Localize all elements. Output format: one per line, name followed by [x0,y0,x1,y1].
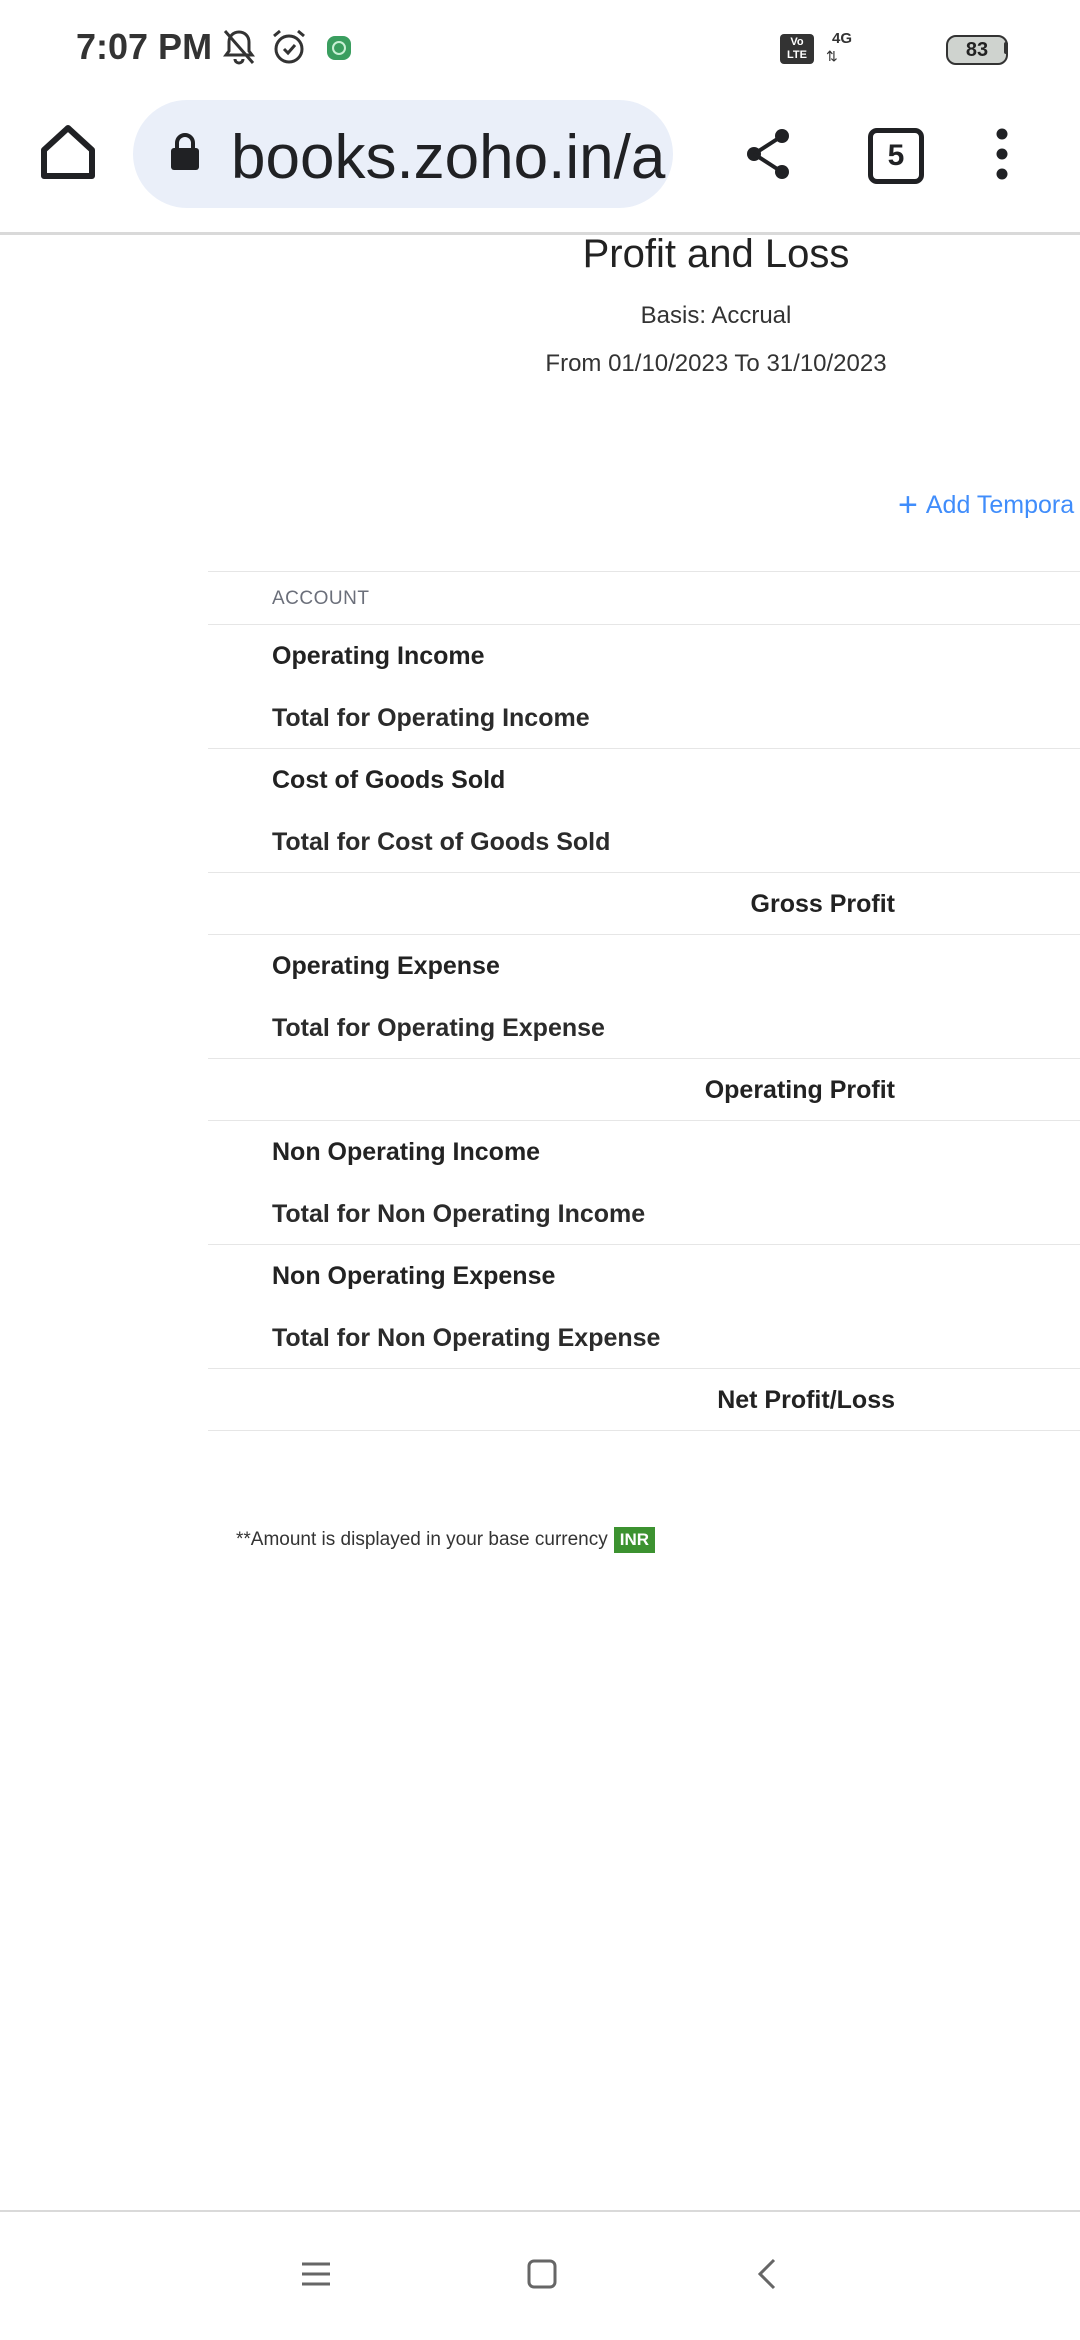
table-row: Non Operating Expense [208,1245,1080,1307]
table-row: Total for Non Operating Expense [208,1307,1080,1369]
table-row: Total for Operating Expense [208,997,1080,1059]
report-title: Profit and Loss [582,232,850,276]
battery-indicator: 83 [946,35,1008,65]
volte-indicator: Vo LTE [780,34,814,64]
app-notification-icon [327,36,351,60]
row-label[interactable]: Cost of Goods Sold [272,749,505,811]
recents-menu-icon[interactable] [296,2254,336,2294]
row-label[interactable]: Non Operating Expense [272,1245,555,1307]
currency-footnote: **Amount is displayed in your base curre… [236,1527,656,1553]
system-nav-bar [0,2212,1080,2340]
browser-toolbar: books.zoho.in/a 5 [0,96,1080,232]
table-row: Total for Non Operating Income [208,1183,1080,1245]
bell-muted-icon [223,30,255,65]
table-row: Non Operating Income [208,1121,1080,1183]
summary-label: Gross Profit [750,890,895,918]
status-time: 7:07 PM [76,26,213,67]
table-row: Total for Operating Income [208,687,1080,749]
plus-icon: + [898,486,918,524]
report-date-range: From 01/10/2023 To 31/10/2023 [545,350,887,377]
home-nav-icon[interactable] [522,2254,562,2294]
home-icon[interactable] [36,120,100,184]
currency-badge: INR [613,1527,656,1553]
table-row: Operating Expense [208,935,1080,997]
table-row: Operating Income [208,625,1080,687]
alarm-icon [273,29,305,64]
status-bar: 7:07 PM Vo LTE 4G ⇅ 83 [0,0,1080,96]
account-column-header: ACCOUNT [272,588,370,609]
row-label[interactable]: Operating Income [272,625,485,687]
table-row: Gross Profit [208,873,1080,935]
row-label[interactable]: Operating Expense [272,935,500,997]
data-arrows-icon: ⇅ [826,48,838,64]
tab-switcher-button[interactable]: 5 [868,128,924,184]
lock-icon [171,133,199,170]
back-nav-icon[interactable] [748,2254,788,2294]
table-header-row: ACCOUNT [208,571,1080,625]
more-menu-icon[interactable] [992,126,1012,182]
summary-label: Net Profit/Loss [717,1386,895,1414]
profit-loss-table: ACCOUNT Operating Income Total for Opera… [208,571,1080,1431]
row-label: Total for Operating Income [272,704,590,732]
row-label: Total for Operating Expense [272,1014,605,1042]
summary-label: Operating Profit [704,1076,895,1104]
url-text: books.zoho.in/a [231,123,666,192]
address-bar[interactable]: books.zoho.in/a [133,100,673,208]
row-label[interactable]: Non Operating Income [272,1121,540,1183]
footnote-text: **Amount is displayed in your base curre… [236,1529,608,1551]
network-type: 4G [832,30,853,47]
table-row: Net Profit/Loss [208,1369,1080,1431]
battery-tip [1004,42,1008,54]
row-label: Total for Non Operating Expense [272,1324,661,1352]
add-temporary-column-link[interactable]: + Add Tempora [898,486,1074,525]
row-label: Total for Cost of Goods Sold [272,828,611,856]
table-row: Operating Profit [208,1059,1080,1121]
row-label: Total for Non Operating Income [272,1200,646,1228]
table-row: Total for Cost of Goods Sold [208,811,1080,873]
report-basis: Basis: Accrual [640,302,792,329]
share-icon[interactable] [740,126,796,182]
table-row: Cost of Goods Sold [208,749,1080,811]
